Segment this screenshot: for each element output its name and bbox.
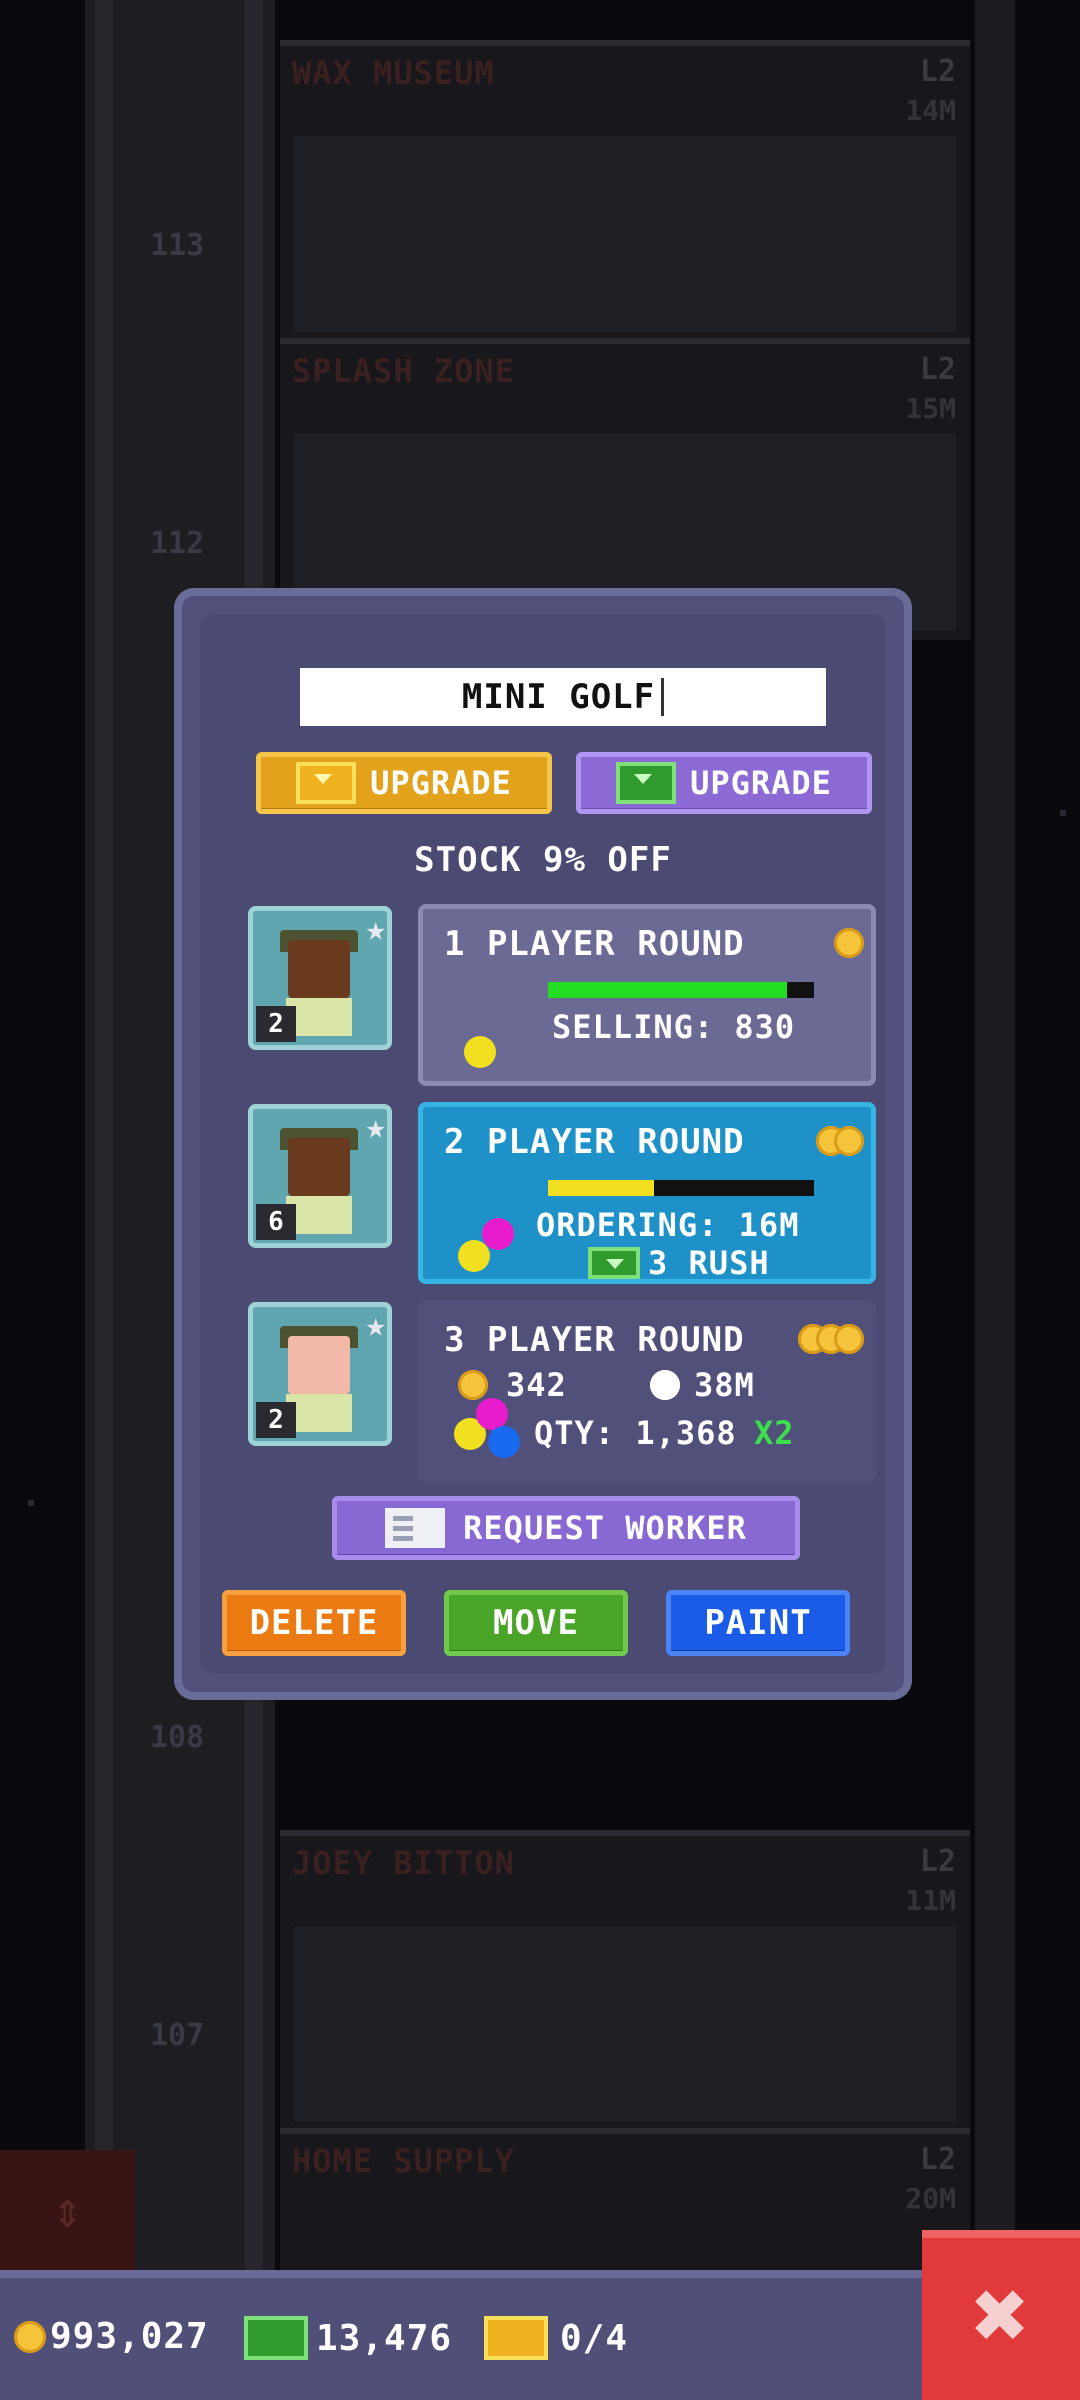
dialog-panel: MINI GOLF UPGRADE UPGRADE STOCK 9% OFF ★… xyxy=(200,614,886,1674)
floor-name: SPLASH ZONE xyxy=(292,352,515,390)
qty-multiplier: X2 xyxy=(754,1414,795,1452)
close-icon: ✖ xyxy=(972,2259,1030,2371)
product-slot-3[interactable]: 3 PLAYER ROUND 342 38M QTY: 1,368 X2 xyxy=(418,1300,876,1482)
floor-number: 113 xyxy=(150,228,205,263)
floor-name-input[interactable]: MINI GOLF xyxy=(300,668,826,726)
close-button[interactable]: ✖ xyxy=(922,2230,1080,2400)
floor-earnings: 15M xyxy=(905,392,956,425)
worker-level: 2 xyxy=(256,1006,296,1042)
worker-avatar-3[interactable]: ★ 2 xyxy=(248,1302,392,1446)
stock-ball-icon xyxy=(482,1218,514,1250)
bux-icon xyxy=(296,762,357,804)
star-dot xyxy=(1060,810,1066,816)
bux-tickets-value: 0/4 xyxy=(560,2317,629,2359)
floor-dialog: MINI GOLF UPGRADE UPGRADE STOCK 9% OFF ★… xyxy=(174,588,912,1700)
floor-level: L2 xyxy=(919,352,956,387)
delete-button[interactable]: DELETE xyxy=(222,1590,406,1656)
floor-level: L2 xyxy=(919,54,956,89)
floor-wax-museum[interactable]: WAX MUSEUM L2 14M xyxy=(280,40,970,342)
upgrade-bux-button[interactable]: UPGRADE xyxy=(256,752,552,814)
coins-value: 993,027 xyxy=(50,2316,209,2357)
coin-icon xyxy=(458,1370,488,1400)
floor-level: L2 xyxy=(919,2142,956,2177)
star-icon: ★ xyxy=(365,1107,386,1147)
floor-earnings: 11M xyxy=(905,1884,956,1917)
floor-number: 112 xyxy=(150,526,205,561)
bux-tickets-counter: 0/4 xyxy=(484,2316,628,2360)
floor-name-value: MINI GOLF xyxy=(461,677,656,717)
bux-value: 13,476 xyxy=(316,2317,453,2359)
tower-frame xyxy=(975,0,1015,2270)
move-button[interactable]: MOVE xyxy=(444,1590,628,1656)
floor-home-supply[interactable]: HOME SUPPLY L2 20M xyxy=(280,2128,970,2276)
cash-icon xyxy=(616,762,677,804)
product-status: SELLING: 830 xyxy=(552,1008,796,1046)
floor-number: 107 xyxy=(150,2018,205,2053)
floor-interior xyxy=(294,136,956,332)
worker-level: 6 xyxy=(256,1204,296,1240)
selling-progress-bar xyxy=(548,982,814,998)
upgrade-cash-button[interactable]: UPGRADE xyxy=(576,752,872,814)
product-qty: QTY: 1,368 xyxy=(534,1414,737,1452)
stock-ball-icon xyxy=(458,1240,490,1272)
upgrade-bux-label: UPGRADE xyxy=(370,764,512,802)
star-dot xyxy=(28,1500,34,1506)
envelope-icon xyxy=(385,1508,446,1548)
floor-name: HOME SUPPLY xyxy=(292,2142,515,2180)
rush-label: 3 RUSH xyxy=(648,1244,770,1282)
rush-button[interactable]: 3 RUSH xyxy=(588,1244,770,1282)
ordering-progress-bar xyxy=(548,1180,814,1196)
product-title: 2 PLAYER ROUND xyxy=(444,1122,745,1162)
request-worker-button[interactable]: REQUEST WORKER xyxy=(332,1496,800,1560)
coins-counter: 993,027 xyxy=(14,2316,209,2357)
worker-avatar-1[interactable]: ★ 2 xyxy=(248,906,392,1050)
floor-name: WAX MUSEUM xyxy=(292,54,495,92)
cash-icon xyxy=(588,1247,640,1279)
stock-discount: STOCK 9% OFF xyxy=(414,840,672,880)
text-caret xyxy=(661,678,665,716)
stock-ball-icon xyxy=(464,1036,496,1068)
cash-icon xyxy=(244,2316,308,2360)
floor-name: JOEY BITTON xyxy=(292,1844,515,1882)
product-time: 38M xyxy=(694,1366,755,1404)
clock-icon xyxy=(650,1370,680,1400)
floor-joey-bitton[interactable]: JOEY BITTON L2 11M xyxy=(280,1830,970,2132)
status-bar: 993,027 13,476 0/4 xyxy=(0,2270,1080,2400)
worker-avatar-2[interactable]: ★ 6 xyxy=(248,1104,392,1248)
star-icon: ★ xyxy=(365,909,386,949)
coin-icon xyxy=(798,1324,864,1354)
paint-button[interactable]: PAINT xyxy=(666,1590,850,1656)
bux-icon xyxy=(484,2316,548,2360)
delete-label: DELETE xyxy=(249,1603,379,1643)
paint-label: PAINT xyxy=(704,1603,812,1643)
elevator-button[interactable]: ⇕ xyxy=(0,2150,135,2270)
upgrade-cash-label: UPGRADE xyxy=(690,764,832,802)
floor-number: 108 xyxy=(150,1720,205,1755)
coin-icon xyxy=(834,928,864,958)
elevator-arrows-icon: ⇕ xyxy=(52,2181,83,2239)
product-status: ORDERING: 16M xyxy=(536,1206,800,1244)
coin-icon xyxy=(14,2320,46,2353)
bux-counter: 13,476 xyxy=(244,2316,452,2360)
floor-level: L2 xyxy=(919,1844,956,1879)
star-icon: ★ xyxy=(365,1305,386,1345)
floor-earnings: 20M xyxy=(905,2182,956,2215)
stock-ball-icon xyxy=(488,1426,520,1458)
floor-interior xyxy=(294,1926,956,2122)
product-title: 3 PLAYER ROUND xyxy=(444,1320,745,1360)
product-slot-2[interactable]: 2 PLAYER ROUND ORDERING: 16M 3 RUSH xyxy=(418,1102,876,1284)
product-slot-1[interactable]: 1 PLAYER ROUND SELLING: 830 xyxy=(418,904,876,1086)
product-title: 1 PLAYER ROUND xyxy=(444,924,745,964)
floor-earnings: 14M xyxy=(905,94,956,127)
request-worker-label: REQUEST WORKER xyxy=(463,1509,747,1547)
worker-level: 2 xyxy=(256,1402,296,1438)
move-label: MOVE xyxy=(493,1603,579,1643)
product-price: 342 xyxy=(506,1366,567,1404)
coin-icon xyxy=(816,1126,864,1156)
